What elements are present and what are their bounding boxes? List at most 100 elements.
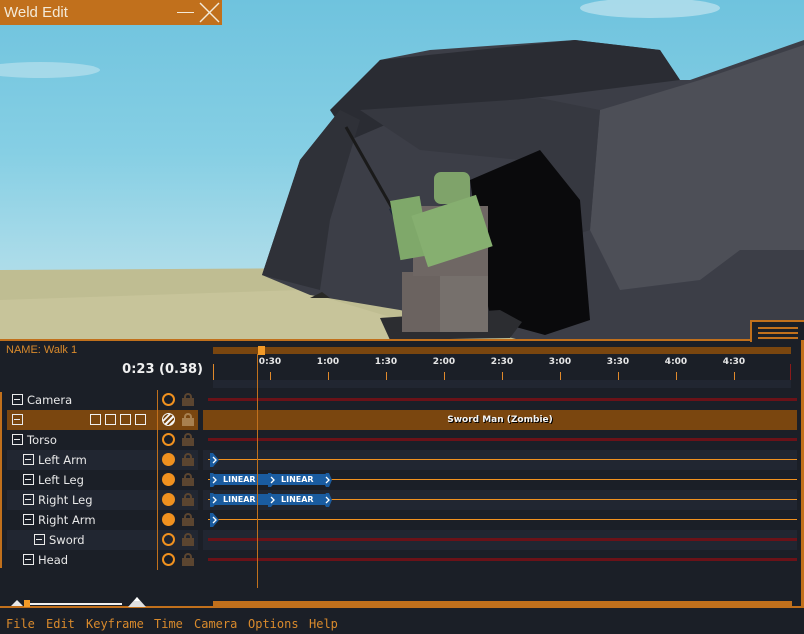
keyframe-toggle-icon[interactable]	[162, 433, 175, 446]
menu-time[interactable]: Time	[154, 617, 183, 631]
keyframe-marker[interactable]	[210, 473, 220, 487]
columns-icon[interactable]	[105, 414, 116, 425]
timeline-lane[interactable]	[203, 510, 797, 530]
lock-icon[interactable]	[182, 493, 194, 506]
panel-border	[0, 339, 752, 341]
grip-line	[758, 327, 798, 329]
timeline-scrub-bar[interactable]	[213, 346, 791, 355]
large-mountain-icon[interactable]	[128, 597, 146, 607]
keyframe-marker[interactable]	[210, 493, 220, 507]
track-label: Left Arm	[38, 453, 87, 467]
keyframe-toggle-icon[interactable]	[162, 453, 175, 466]
zoom-slider-handle[interactable]	[24, 600, 30, 607]
clipboard-icon[interactable]	[135, 414, 146, 425]
collapse-toggle[interactable]	[23, 454, 34, 465]
time-ruler[interactable]: 0:30 1:00 1:30 2:00 2:30 3:00 3:30 4:00 4:30	[213, 356, 791, 380]
menu-file[interactable]: File	[6, 617, 35, 631]
keyframe-marker[interactable]	[322, 473, 332, 487]
lane-track-line	[208, 459, 797, 460]
lane-track-line	[208, 538, 797, 541]
scrub-handle[interactable]	[258, 346, 265, 355]
keyframe-marker[interactable]	[268, 473, 278, 487]
lock-body	[182, 458, 194, 466]
grip-line	[758, 332, 798, 334]
lock-body	[182, 478, 194, 486]
scene-render	[0, 0, 804, 340]
collapse-toggle[interactable]	[23, 514, 34, 525]
menu-help[interactable]: Help	[309, 617, 338, 631]
lock-icon[interactable]	[182, 413, 194, 426]
lock-body	[182, 438, 194, 446]
small-mountain-icon[interactable]	[11, 599, 23, 606]
easing-label: LINEAR	[281, 475, 314, 484]
track-label: Left Leg	[38, 473, 84, 487]
panel-drag-handle[interactable]	[750, 320, 804, 342]
ruler-label: 3:00	[548, 357, 572, 367]
keyframe-toggle-icon[interactable]	[162, 473, 175, 486]
ruler-start-marker	[213, 364, 214, 380]
left-leg	[402, 272, 440, 332]
ruler-label: 2:00	[432, 357, 456, 367]
keyframe-marker[interactable]	[210, 513, 220, 527]
ruler-label: 0:30	[258, 357, 282, 367]
keyframe-toggle-icon[interactable]	[162, 553, 175, 566]
lock-body	[182, 518, 194, 526]
playhead-line[interactable]	[257, 354, 258, 588]
keyframe-toggle-icon[interactable]	[162, 413, 175, 426]
lock-icon[interactable]	[182, 393, 194, 406]
easing-label: LINEAR	[223, 475, 256, 484]
ruler-tick	[618, 372, 619, 380]
keyframe-marker[interactable]	[268, 493, 278, 507]
zoom-slider[interactable]	[27, 603, 122, 605]
collapse-toggle[interactable]	[12, 414, 23, 425]
keyframe-toggle-icon[interactable]	[162, 493, 175, 506]
insert-keyframe-icon[interactable]	[90, 414, 101, 425]
timeline-lane[interactable]	[203, 450, 797, 470]
3d-viewport[interactable]	[0, 0, 804, 340]
lock-icon[interactable]	[182, 513, 194, 526]
collapse-toggle[interactable]	[23, 554, 34, 565]
column-divider[interactable]	[157, 390, 158, 570]
lane-track-line	[208, 438, 797, 441]
keyframe-toggle-icon[interactable]	[162, 393, 175, 406]
lock-icon[interactable]	[182, 553, 194, 566]
ruler-tick	[676, 372, 677, 380]
ruler-tick	[444, 372, 445, 380]
menu-camera[interactable]: Camera	[194, 617, 237, 631]
keyframe-toggle-icon[interactable]	[162, 533, 175, 546]
track-label: Sword	[49, 533, 85, 547]
close-x-icon[interactable]	[199, 2, 220, 23]
lock-body	[182, 558, 194, 566]
menu-options[interactable]: Options	[248, 617, 299, 631]
collapse-toggle[interactable]	[12, 434, 23, 445]
diamond-target-icon[interactable]	[120, 414, 131, 425]
timeline-horizontal-scrollbar[interactable]	[213, 601, 792, 607]
lock-body	[182, 398, 194, 406]
window-title: Weld Edit	[4, 4, 68, 21]
lock-icon[interactable]	[182, 453, 194, 466]
lock-body	[182, 538, 194, 546]
ruler-base	[213, 380, 791, 388]
menu-keyframe[interactable]: Keyframe	[86, 617, 144, 631]
collapse-toggle[interactable]	[12, 394, 23, 405]
collapse-toggle[interactable]	[23, 494, 34, 505]
current-time-readout: 0:23 (0.38)	[122, 362, 203, 377]
ruler-tick	[270, 372, 271, 380]
window-titlebar[interactable]: Weld Edit	[0, 0, 222, 25]
lock-icon[interactable]	[182, 473, 194, 486]
lock-icon[interactable]	[182, 433, 194, 446]
right-leg	[440, 272, 488, 332]
menu-edit[interactable]: Edit	[46, 617, 75, 631]
ruler-label: 1:00	[316, 357, 340, 367]
collapse-toggle[interactable]	[34, 534, 45, 545]
ruler-label: 3:30	[606, 357, 630, 367]
keyframe-marker[interactable]	[322, 493, 332, 507]
group-lane[interactable]: Sword Man (Zombie)	[203, 410, 797, 430]
keyframe-marker[interactable]	[210, 453, 220, 467]
keyframe-toggle-icon[interactable]	[162, 513, 175, 526]
minimize-icon[interactable]	[175, 0, 195, 25]
lock-icon[interactable]	[182, 533, 194, 546]
lane-track-line	[208, 558, 797, 561]
collapse-toggle[interactable]	[23, 474, 34, 485]
animation-name-label: NAME: Walk 1	[6, 344, 78, 356]
